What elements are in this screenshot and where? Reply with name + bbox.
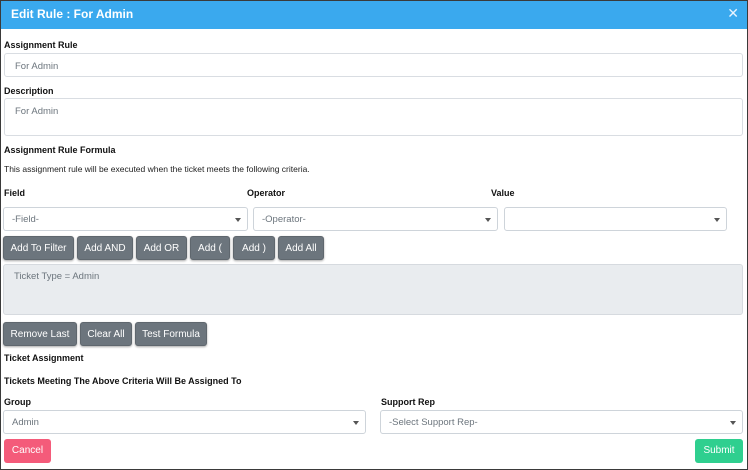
value-select[interactable] [504, 207, 727, 231]
add-all-button[interactable]: Add All [278, 236, 324, 260]
edit-rule-dialog: Edit Rule : For Admin ✕ Assignment Rule … [0, 0, 748, 470]
close-icon[interactable]: ✕ [727, 5, 739, 22]
formula-heading: Assignment Rule Formula [4, 145, 116, 155]
operator-label: Operator [247, 188, 286, 198]
cancel-button[interactable]: Cancel [4, 439, 51, 463]
description-label: Description [4, 86, 54, 96]
remove-last-button[interactable]: Remove Last [3, 322, 77, 346]
ticket-assignment-subheading: Tickets Meeting The Above Criteria Will … [4, 376, 242, 386]
dialog-header: Edit Rule : For Admin ✕ [1, 1, 747, 29]
clear-all-button[interactable]: Clear All [80, 322, 132, 346]
chevron-down-icon [353, 421, 359, 425]
add-to-filter-button[interactable]: Add To Filter [3, 236, 74, 260]
add-and-button[interactable]: Add AND [77, 236, 133, 260]
support-rep-select-value: -Select Support Rep- [389, 417, 478, 428]
group-select-value: Admin [12, 417, 39, 428]
group-select[interactable]: Admin [3, 410, 366, 434]
assignment-rule-input[interactable]: For Admin [4, 53, 743, 77]
operator-select[interactable]: -Operator- [253, 207, 498, 231]
formula-help-text: This assignment rule will be executed wh… [4, 164, 310, 174]
chevron-down-icon [485, 218, 491, 222]
value-label: Value [491, 188, 515, 198]
assignment-rule-label: Assignment Rule [4, 40, 78, 50]
group-label: Group [4, 397, 31, 407]
ticket-assignment-heading: Ticket Assignment [4, 353, 84, 363]
add-or-button[interactable]: Add OR [136, 236, 187, 260]
submit-button[interactable]: Submit [695, 439, 743, 463]
support-rep-select[interactable]: -Select Support Rep- [380, 410, 743, 434]
chevron-down-icon [714, 218, 720, 222]
test-formula-button[interactable]: Test Formula [135, 322, 207, 346]
add-close-paren-button[interactable]: Add ) [233, 236, 275, 260]
field-select[interactable]: -Field- [3, 207, 248, 231]
field-select-value: -Field- [12, 214, 39, 225]
support-rep-label: Support Rep [381, 397, 435, 407]
add-open-paren-button[interactable]: Add ( [190, 236, 230, 260]
field-label: Field [4, 188, 26, 198]
dialog-title: Edit Rule : For Admin [11, 7, 134, 21]
formula-textarea[interactable]: Ticket Type = Admin [3, 264, 743, 315]
chevron-down-icon [730, 421, 736, 425]
description-textarea[interactable]: For Admin [4, 98, 743, 136]
chevron-down-icon [235, 218, 241, 222]
operator-select-value: -Operator- [262, 214, 306, 225]
